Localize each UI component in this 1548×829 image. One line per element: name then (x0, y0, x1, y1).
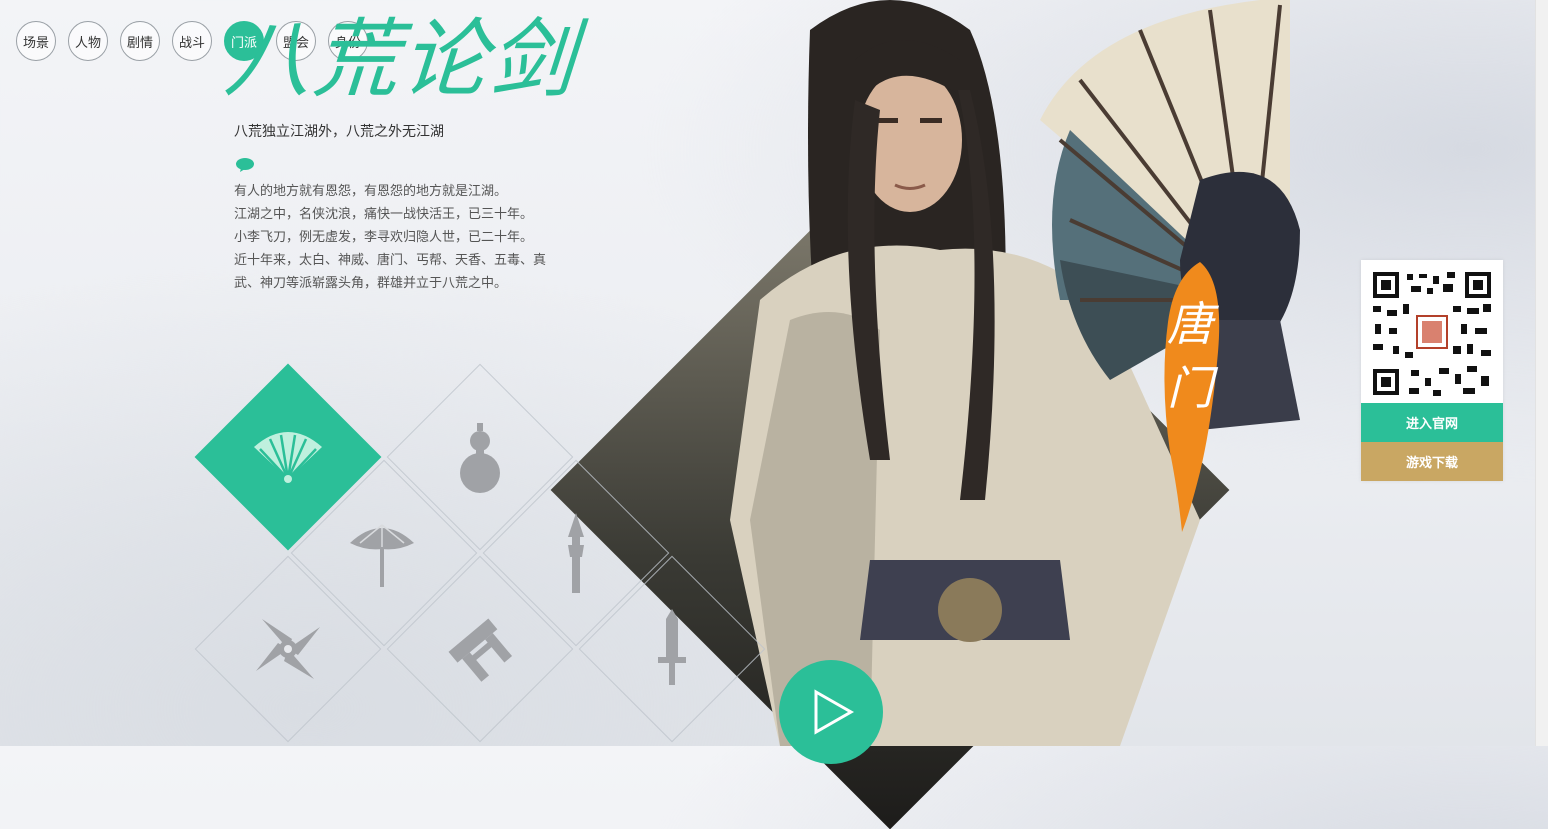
play-video-button[interactable] (779, 660, 883, 764)
nav-item-story[interactable]: 剧情 (120, 21, 160, 61)
umbrella-icon[interactable] (342, 513, 422, 593)
intro-line: 武、神刀等派崭露头角，群雄并立于八荒之中。 (234, 276, 508, 291)
play-icon (814, 689, 855, 735)
official-site-button[interactable]: 进入官网 (1361, 403, 1503, 442)
speech-bubble-icon (236, 158, 254, 172)
game-download-button[interactable]: 游戏下载 (1361, 442, 1503, 481)
page-subtitle: 八荒独立江湖外，八荒之外无江湖 (234, 124, 444, 140)
nav-item-combat[interactable]: 战斗 (172, 21, 212, 61)
intro-line: 有人的地方就有恩怨，有恩怨的地方就是江湖。 (234, 184, 508, 199)
intro-line: 近十年来，太白、神威、唐门、丐帮、天香、五毒、真 (234, 253, 547, 268)
sword-icon[interactable] (632, 609, 712, 689)
page-title: 八荒论剑 (221, 10, 581, 110)
hammer-icon[interactable] (440, 609, 520, 689)
sect-name-label: 唐门 (1167, 297, 1213, 415)
fan-icon[interactable] (248, 417, 328, 497)
shuriken-icon[interactable] (248, 609, 328, 689)
nav-item-characters[interactable]: 人物 (68, 21, 108, 61)
page-scrollbar[interactable] (1535, 0, 1548, 746)
download-side-panel: 进入官网 游戏下载 (1361, 260, 1503, 481)
qr-code (1367, 266, 1497, 401)
intro-line: 江湖之中，名侠沈浪，痛快一战快活王，已三十年。 (234, 207, 534, 222)
gourd-icon[interactable] (440, 417, 520, 497)
intro-text: 有人的地方就有恩怨，有恩怨的地方就是江湖。 江湖之中，名侠沈浪，痛快一战快活王，… (234, 180, 614, 295)
nav-item-scene[interactable]: 场景 (16, 21, 56, 61)
intro-line: 小李飞刀，例无虚发，李寻欢归隐人世，已二十年。 (234, 230, 534, 245)
brush-spear-icon[interactable] (536, 513, 616, 593)
